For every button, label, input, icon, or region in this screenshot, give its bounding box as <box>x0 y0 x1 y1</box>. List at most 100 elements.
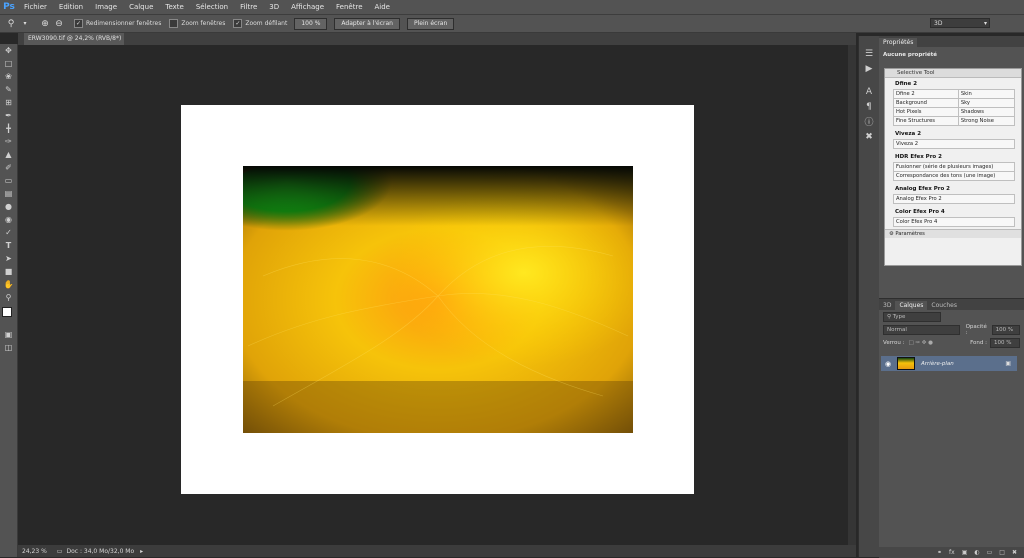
gradient-tool-icon[interactable]: ▤ <box>0 187 17 200</box>
sky-button[interactable]: Sky <box>957 98 1016 108</box>
folder-icon[interactable]: ▭ <box>987 549 993 556</box>
export-icon[interactable]: ▭ <box>57 548 63 555</box>
color-swatches-icon[interactable] <box>0 304 17 328</box>
analog-efex-button[interactable]: Analog Efex Pro 2 <box>893 194 1015 204</box>
brush-tool-icon[interactable]: ✑ <box>0 135 17 148</box>
zoom-in-icon[interactable]: ⊕ <box>38 17 52 31</box>
group-color-efex[interactable]: Color Efex Pro 4 <box>885 206 1021 217</box>
menu-calque[interactable]: Calque <box>123 0 159 14</box>
info-panel-icon[interactable]: ⓘ <box>859 114 879 129</box>
background-button[interactable]: Background <box>893 98 959 108</box>
move-tool-icon[interactable]: ✥ <box>0 44 17 57</box>
tab-layers[interactable]: Calques <box>895 301 928 310</box>
eyedropper-tool-icon[interactable]: ✒ <box>0 109 17 122</box>
scrubby-zoom-checkbox[interactable]: ✓ Zoom défilant <box>233 19 287 28</box>
group-dfine[interactable]: Dfine 2 <box>885 78 1021 89</box>
zoom-out-icon[interactable]: ⊖ <box>52 17 66 31</box>
workspace-select[interactable]: 3D ▾ <box>930 18 990 28</box>
lock-icons[interactable]: □ ✑ ✥ ● <box>908 340 932 346</box>
tab-3d[interactable]: 3D <box>879 301 895 310</box>
group-viveza[interactable]: Viveza 2 <box>885 128 1021 139</box>
foreground-color-swatch[interactable] <box>2 307 12 317</box>
lasso-tool-icon[interactable]: ❀ <box>0 70 17 83</box>
shadows-button[interactable]: Shadows <box>957 107 1016 117</box>
chevron-right-icon[interactable]: ▸ <box>140 548 143 555</box>
parameters-link[interactable]: ⚙ Paramètres <box>885 229 1021 238</box>
layer-filter-select[interactable]: ⚲ Type <box>883 311 941 322</box>
menu-selection[interactable]: Sélection <box>190 0 234 14</box>
new-layer-icon[interactable]: □ <box>999 549 1005 556</box>
quick-selection-tool-icon[interactable]: ✎ <box>0 83 17 96</box>
type-tool-icon[interactable]: T <box>0 239 17 252</box>
menu-aide[interactable]: Aide <box>369 0 396 14</box>
history-brush-tool-icon[interactable]: ✐ <box>0 161 17 174</box>
zoom-100-button[interactable]: 100 % <box>294 17 328 30</box>
menu-3d[interactable]: 3D <box>263 0 285 14</box>
document-image[interactable] <box>243 166 633 433</box>
screen-mode-icon[interactable]: ◫ <box>0 341 17 354</box>
status-bar: 24,23 % ▭ Doc : 34,0 Mo/32,0 Mo ▸ <box>18 545 856 557</box>
eye-icon[interactable]: ◉ <box>881 360 895 368</box>
blur-tool-icon[interactable]: ● <box>0 200 17 213</box>
fill-screen-button[interactable]: Plein écran <box>406 17 455 30</box>
hot-pixels-button[interactable]: Hot Pixels <box>893 107 959 117</box>
marquee-tool-icon[interactable]: □ <box>0 57 17 70</box>
trash-icon[interactable]: ✖ <box>1012 549 1017 556</box>
chevron-down-icon[interactable]: ▾ <box>18 17 32 31</box>
strong-noise-button[interactable]: Strong Noise <box>957 116 1016 126</box>
menu-fichier[interactable]: Fichier <box>18 0 53 14</box>
character-panel-icon[interactable]: A <box>859 84 879 99</box>
workspace-value: 3D <box>934 20 943 27</box>
vertical-scrollbar[interactable] <box>848 45 856 545</box>
menu-filtre[interactable]: Filtre <box>234 0 263 14</box>
viveza-button[interactable]: Viveza 2 <box>893 139 1015 149</box>
menu-fenetre[interactable]: Fenêtre <box>330 0 368 14</box>
healing-brush-tool-icon[interactable]: ╋ <box>0 122 17 135</box>
hand-tool-icon[interactable]: ✋ <box>0 278 17 291</box>
eraser-tool-icon[interactable]: ▭ <box>0 174 17 187</box>
hdr-merge-button[interactable]: Fusionner (série de plusieurs images) <box>893 162 1015 172</box>
actions-panel-icon[interactable]: ▶ <box>859 61 879 76</box>
tab-properties[interactable]: Propriétés <box>879 38 918 47</box>
lock-row: Verrou : □ ✑ ✥ ● Fond : 100 % <box>879 336 1024 349</box>
zoom-tool-icon[interactable]: ⚲ <box>0 291 17 304</box>
menu-affichage[interactable]: Affichage <box>285 0 330 14</box>
zoom-windows-checkbox[interactable]: Zoom fenêtres <box>169 19 225 28</box>
fill-input[interactable]: 100 % <box>990 337 1020 348</box>
checkbox-checked-icon: ✓ <box>233 19 243 28</box>
group-analog-efex[interactable]: Analog Efex Pro 2 <box>885 183 1021 194</box>
tools-preset-icon[interactable]: ✖ <box>859 129 879 144</box>
pen-tool-icon[interactable]: ✓ <box>0 226 17 239</box>
quick-mask-icon[interactable]: ▣ <box>0 328 17 341</box>
zoom-level[interactable]: 24,23 % <box>22 548 47 555</box>
color-efex-button[interactable]: Color Efex Pro 4 <box>893 217 1015 227</box>
layer-name[interactable]: Arrière-plan <box>921 361 954 367</box>
clone-stamp-tool-icon[interactable]: ▲ <box>0 148 17 161</box>
group-hdr-efex[interactable]: HDR Efex Pro 2 <box>885 151 1021 162</box>
hdr-tonemap-button[interactable]: Correspondance des tons (une image) <box>893 172 1015 181</box>
crop-tool-icon[interactable]: ⊞ <box>0 96 17 109</box>
fit-screen-button[interactable]: Adapter à l'écran <box>334 17 400 30</box>
menu-edition[interactable]: Edition <box>53 0 89 14</box>
blend-mode-select[interactable]: Normal <box>883 324 960 335</box>
document-tab[interactable]: ERW3090.tif @ 24,2% (RVB/8*) *× <box>24 33 124 54</box>
resize-windows-checkbox[interactable]: ✓ Redimensionner fenêtres <box>74 19 161 28</box>
rectangle-tool-icon[interactable]: ■ <box>0 265 17 278</box>
link-icon[interactable]: ⚭ <box>937 549 942 556</box>
adjustment-layer-icon[interactable]: ◐ <box>974 549 979 556</box>
path-selection-tool-icon[interactable]: ➤ <box>0 252 17 265</box>
fine-structures-button[interactable]: Fine Structures <box>893 116 959 126</box>
opacity-input[interactable]: 100 % <box>991 324 1020 335</box>
paragraph-panel-icon[interactable]: ¶ <box>859 99 879 114</box>
mask-icon[interactable]: ▣ <box>962 549 968 556</box>
layer-row[interactable]: ◉ Arrière-plan ▣ <box>881 356 1017 371</box>
zoom-tool-icon[interactable]: ⚲ <box>4 17 18 31</box>
menu-texte[interactable]: Texte <box>159 0 189 14</box>
fx-icon[interactable]: fx <box>949 549 955 556</box>
tab-channels[interactable]: Couches <box>927 301 961 310</box>
dfine-button[interactable]: Dfine 2 <box>893 89 959 99</box>
skin-button[interactable]: Skin <box>957 89 1016 99</box>
dodge-tool-icon[interactable]: ◉ <box>0 213 17 226</box>
history-panel-icon[interactable]: ☰ <box>859 46 879 61</box>
menu-image[interactable]: Image <box>89 0 123 14</box>
